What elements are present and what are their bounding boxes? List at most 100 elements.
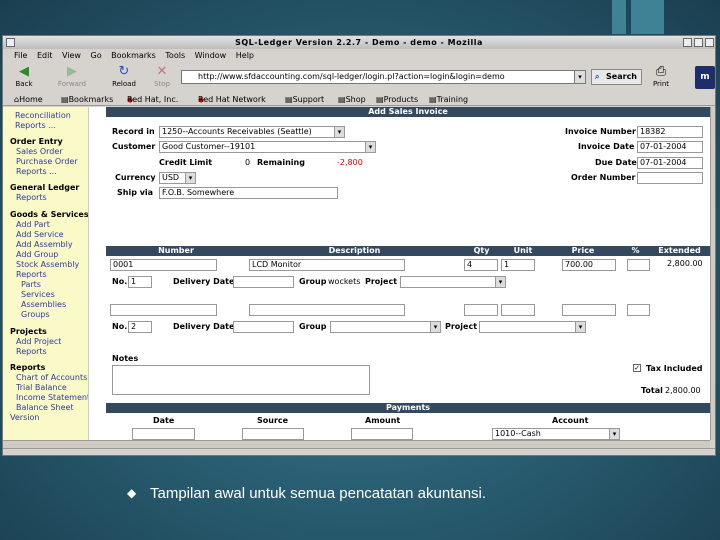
item1-no-input[interactable]: 1 xyxy=(128,276,152,288)
bookmark-bookmarks[interactable]: ▤ Bookmarks xyxy=(61,94,113,106)
item2-unit-input[interactable] xyxy=(501,304,535,316)
bookmark-support[interactable]: ▤ Support xyxy=(285,94,324,106)
sidebar-item[interactable]: Sales Order xyxy=(16,147,63,156)
sidebar-item[interactable]: Stock Assembly xyxy=(16,260,79,269)
item1-unit-input[interactable]: 1 xyxy=(501,259,535,271)
sidebar-item[interactable]: Groups xyxy=(21,310,50,319)
item1-project-select[interactable] xyxy=(400,276,506,288)
maximize-icon[interactable] xyxy=(694,38,703,47)
search-button[interactable]: ⌕ Search xyxy=(591,69,642,85)
payment-date-input[interactable] xyxy=(132,428,195,440)
item1-description-input[interactable]: LCD Monitor xyxy=(249,259,405,271)
item1-qty-input[interactable]: 4 xyxy=(464,259,498,271)
sidebar-item[interactable]: Purchase Order xyxy=(16,157,78,166)
invoice-form: Add Sales Invoice Record in 1250--Accoun… xyxy=(106,107,710,440)
horizontal-scrollbar[interactable] xyxy=(3,440,710,448)
item2-discount-input[interactable] xyxy=(627,304,650,316)
menu-view[interactable]: View xyxy=(62,50,81,62)
back-button[interactable]: ◀ Back xyxy=(7,65,41,89)
sidebar-item[interactable]: Reports xyxy=(16,347,47,356)
menu-window[interactable]: Window xyxy=(195,50,227,62)
item2-project-label: Project xyxy=(445,322,478,331)
sidebar-item[interactable]: Services xyxy=(21,290,55,299)
item1-delivery-input[interactable] xyxy=(233,276,294,288)
tax-included-checkbox[interactable]: ✓ xyxy=(633,364,641,372)
item2-price-input[interactable] xyxy=(562,304,616,316)
bookmark-home[interactable]: ⌂ Home xyxy=(14,94,43,106)
order-number-input[interactable] xyxy=(637,172,703,184)
record-in-select[interactable]: 1250--Accounts Receivables (Seattle) xyxy=(159,126,345,138)
sidebar-item[interactable]: Reports ... xyxy=(15,121,56,130)
sidebar-item[interactable]: Add Group xyxy=(16,250,58,259)
item2-delivery-label: Delivery Date xyxy=(173,322,235,331)
customer-select[interactable]: Good Customer--19101 xyxy=(159,141,376,153)
total-value: 2,800.00 xyxy=(665,386,701,395)
window-menu-icon[interactable] xyxy=(6,38,15,47)
sidebar-item[interactable]: Add Assembly xyxy=(16,240,73,249)
item2-project-select[interactable] xyxy=(479,321,586,333)
menu-edit[interactable]: Edit xyxy=(37,50,53,62)
sidebar-item[interactable]: Add Project xyxy=(16,337,61,346)
ship-via-input[interactable]: F.O.B. Somewhere xyxy=(159,187,338,199)
menu-bookmarks[interactable]: Bookmarks xyxy=(111,50,156,62)
forward-button[interactable]: ▶ Forward xyxy=(55,65,89,89)
item2-group-label: Group xyxy=(299,322,327,331)
due-date-input[interactable]: 07-01-2004 xyxy=(637,157,703,169)
item2-number-input[interactable] xyxy=(110,304,217,316)
vertical-scrollbar[interactable] xyxy=(710,107,715,440)
bookmark-shop[interactable]: ▤ Shop xyxy=(338,94,366,106)
sidebar-item[interactable]: Balance Sheet xyxy=(16,403,74,412)
sidebar-item[interactable]: Reconciliation xyxy=(15,111,71,120)
sidebar-item[interactable]: Add Service xyxy=(16,230,64,239)
sidebar-item[interactable]: Parts xyxy=(21,280,41,289)
minimize-icon[interactable] xyxy=(683,38,692,47)
payments-heading: Payments xyxy=(106,403,710,413)
sidebar-menu: Reconciliation Reports ... Order Entry Sale… xyxy=(3,107,89,440)
item2-group-select[interactable] xyxy=(330,321,441,333)
stop-label: Stop xyxy=(154,80,170,88)
search-label: Search xyxy=(606,72,637,81)
sidebar-item[interactable]: Reports xyxy=(16,270,47,279)
item1-discount-input[interactable] xyxy=(627,259,650,271)
invoice-date-input[interactable]: 07-01-2004 xyxy=(637,141,703,153)
browser-window: SQL-Ledger Version 2.2.7 - Demo - demo -… xyxy=(2,35,716,456)
sidebar-item[interactable]: Chart of Accounts xyxy=(16,373,87,382)
item2-delivery-input[interactable] xyxy=(233,321,294,333)
item1-price-input[interactable]: 700.00 xyxy=(562,259,616,271)
sidebar-item[interactable]: Income Statement xyxy=(16,393,88,402)
item2-no-input[interactable]: 2 xyxy=(128,321,152,333)
record-in-label: Record in xyxy=(112,127,155,136)
menu-help[interactable]: Help xyxy=(236,50,254,62)
menu-go[interactable]: Go xyxy=(91,50,102,62)
sidebar-item[interactable]: Reports xyxy=(16,193,47,202)
url-input[interactable]: http://www.sfdaccounting.com/sql-ledger/… xyxy=(181,70,586,84)
sidebar-item[interactable]: Assemblies xyxy=(21,300,66,309)
sidebar-item[interactable]: Add Part xyxy=(16,220,50,229)
menu-tools[interactable]: Tools xyxy=(165,50,185,62)
sidebar-item[interactable]: Trial Balance xyxy=(16,383,67,392)
reload-button[interactable]: ↻ Reload xyxy=(107,65,141,89)
sidebar-item[interactable]: Version xyxy=(10,413,39,422)
payment-source-input[interactable] xyxy=(242,428,304,440)
item1-number-input[interactable]: 0001 xyxy=(110,259,217,271)
notes-textarea[interactable] xyxy=(112,365,370,395)
stop-button[interactable]: ✕ Stop xyxy=(145,65,179,89)
print-button[interactable]: ⎙ Print xyxy=(644,65,678,89)
invoice-number-input[interactable]: 18382 xyxy=(637,126,703,138)
bookmark-training[interactable]: ▤ Training xyxy=(429,94,468,106)
menu-file[interactable]: File xyxy=(14,50,27,62)
payment-amount-input[interactable] xyxy=(351,428,413,440)
bookmark-products[interactable]: ▤ Products xyxy=(376,94,418,106)
currency-select[interactable]: USD xyxy=(159,172,196,184)
menu-bar: File Edit View Go Bookmarks Tools Window… xyxy=(3,50,715,62)
sidebar-item: Order Entry xyxy=(10,137,63,146)
column-header-discount: % xyxy=(631,246,640,255)
payment-account-select[interactable]: 1010--Cash xyxy=(492,428,620,440)
sidebar-item[interactable]: Reports ... xyxy=(16,167,57,176)
bookmarks-toolbar: ⌂ Home ▤ Bookmarks ◆ Red Hat, Inc. ◆ Red… xyxy=(3,94,715,106)
slide-decoration xyxy=(631,0,664,34)
item2-description-input[interactable] xyxy=(249,304,405,316)
item2-qty-input[interactable] xyxy=(464,304,498,316)
url-dropdown-icon[interactable]: ▾ xyxy=(574,70,586,84)
close-icon[interactable] xyxy=(705,38,714,47)
